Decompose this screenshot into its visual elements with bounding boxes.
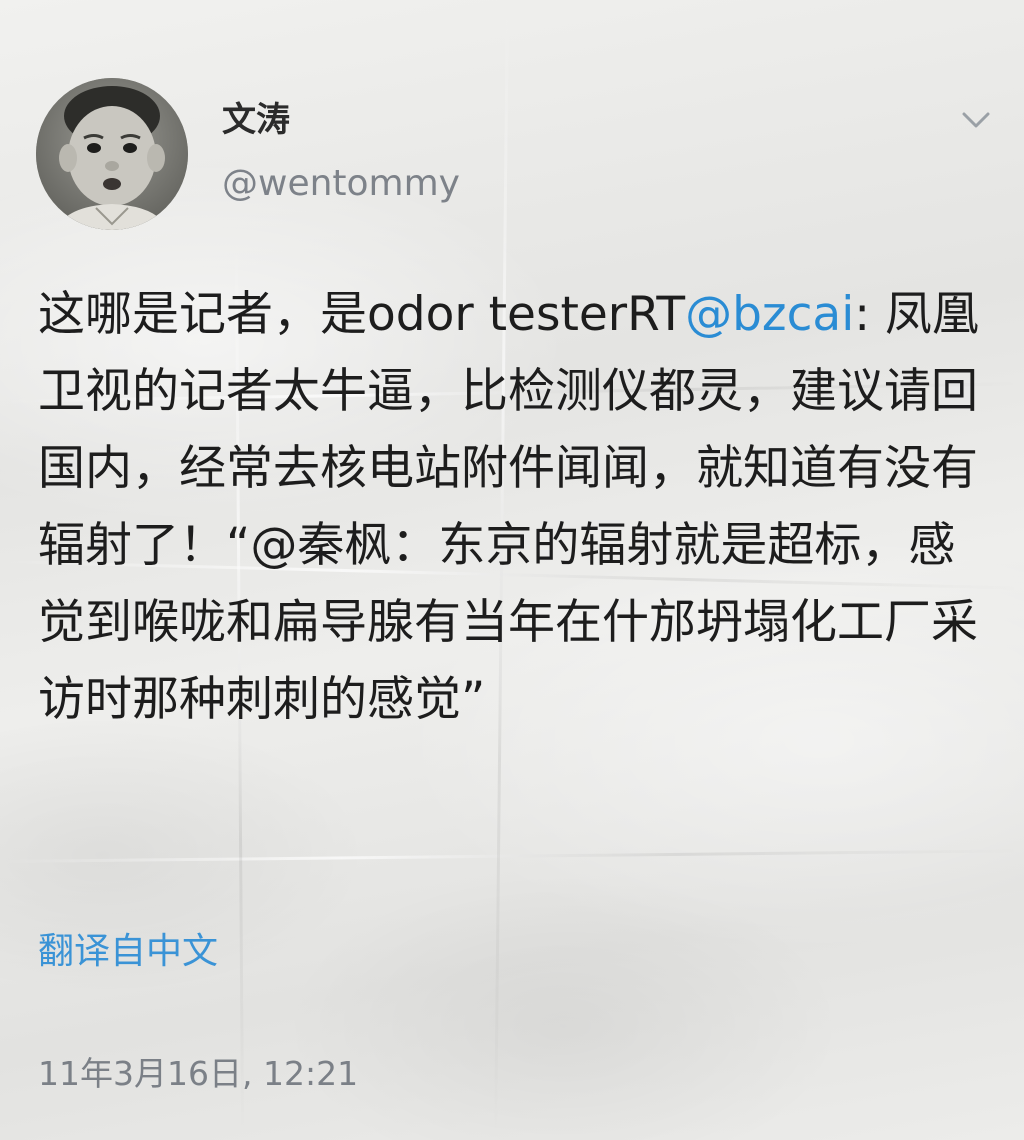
tweet-menu-button[interactable] [956,104,996,136]
author-display-name[interactable]: 文涛 [222,100,290,141]
tweet-text-part1: 这哪是记者，是odor testerRT [38,287,686,342]
mention-link[interactable]: @bzcai [685,287,854,342]
avatar[interactable] [36,78,188,230]
tweet-text-part2: : 凤凰卫视的记者太牛逼，比检测仪都灵，建议请回国内，经常去核电站附件闻闻，就知… [38,287,980,727]
avatar-photo-icon [36,78,188,230]
author-handle[interactable]: @wentommy [222,162,460,205]
tweet-timestamp[interactable]: 11年3月16日, 12:21 [38,1054,358,1094]
chevron-down-icon [962,112,990,128]
tweet-card: 文涛 @wentommy 这哪是记者，是odor testerRT@bzcai:… [0,0,1024,1140]
translate-link[interactable]: 翻译自中文 [38,930,218,973]
tweet-body: 这哪是记者，是odor testerRT@bzcai: 凤凰卫视的记者太牛逼，比… [38,276,998,738]
